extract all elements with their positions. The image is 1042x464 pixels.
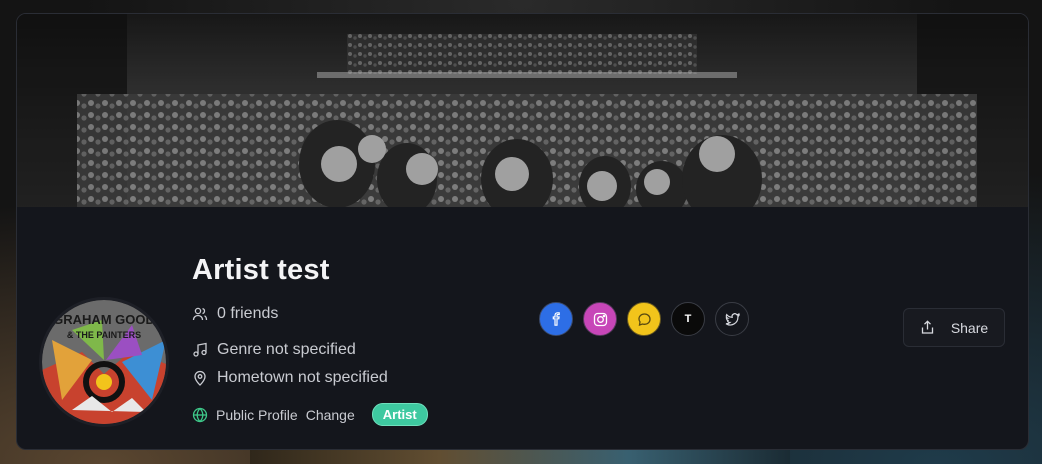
share-button[interactable]: Share — [903, 308, 1005, 347]
visibility-label: Public Profile — [216, 406, 298, 423]
artist-badge: Artist — [371, 403, 428, 426]
genre-label: Genre not specified — [217, 341, 356, 358]
hometown-label: Hometown not specified — [217, 369, 388, 386]
avatar-logo-text-mid: & THE PAINTERS — [67, 330, 141, 340]
share-icon — [920, 320, 935, 335]
facebook-icon — [549, 312, 563, 326]
music-note-icon — [192, 342, 208, 358]
instagram-icon — [593, 312, 608, 327]
users-icon — [192, 306, 208, 322]
friends-label: 0 friends — [217, 305, 279, 322]
genre-row: Genre not specified — [192, 341, 356, 359]
chat-bubble-icon — [637, 312, 652, 327]
banner-image — [17, 14, 1028, 207]
facebook-link[interactable] — [539, 302, 573, 336]
change-visibility-link[interactable]: Change — [306, 407, 355, 423]
globe-icon — [192, 407, 208, 423]
tiktok-link[interactable]: T — [671, 302, 705, 336]
artist-name: Artist test — [192, 254, 330, 286]
chat-link[interactable] — [627, 302, 661, 336]
twitter-icon — [725, 312, 740, 327]
hometown-row: Hometown not specified — [192, 369, 388, 387]
friends-count[interactable]: 0 friends — [192, 305, 278, 323]
instagram-link[interactable] — [583, 302, 617, 336]
artist-avatar: GRAHAM GOOD & THE PAINTERS — [42, 300, 166, 424]
map-pin-icon — [192, 370, 208, 386]
avatar-logo-text-top: GRAHAM GOOD — [53, 312, 155, 327]
visibility-row: Public Profile Change Artist — [192, 403, 428, 426]
share-label: Share — [950, 319, 989, 336]
social-links: T — [539, 302, 749, 336]
tiktok-icon: T — [684, 313, 692, 325]
twitter-link[interactable] — [715, 302, 749, 336]
profile-card: GRAHAM GOOD & THE PAINTERS Artist test 0… — [16, 13, 1029, 450]
